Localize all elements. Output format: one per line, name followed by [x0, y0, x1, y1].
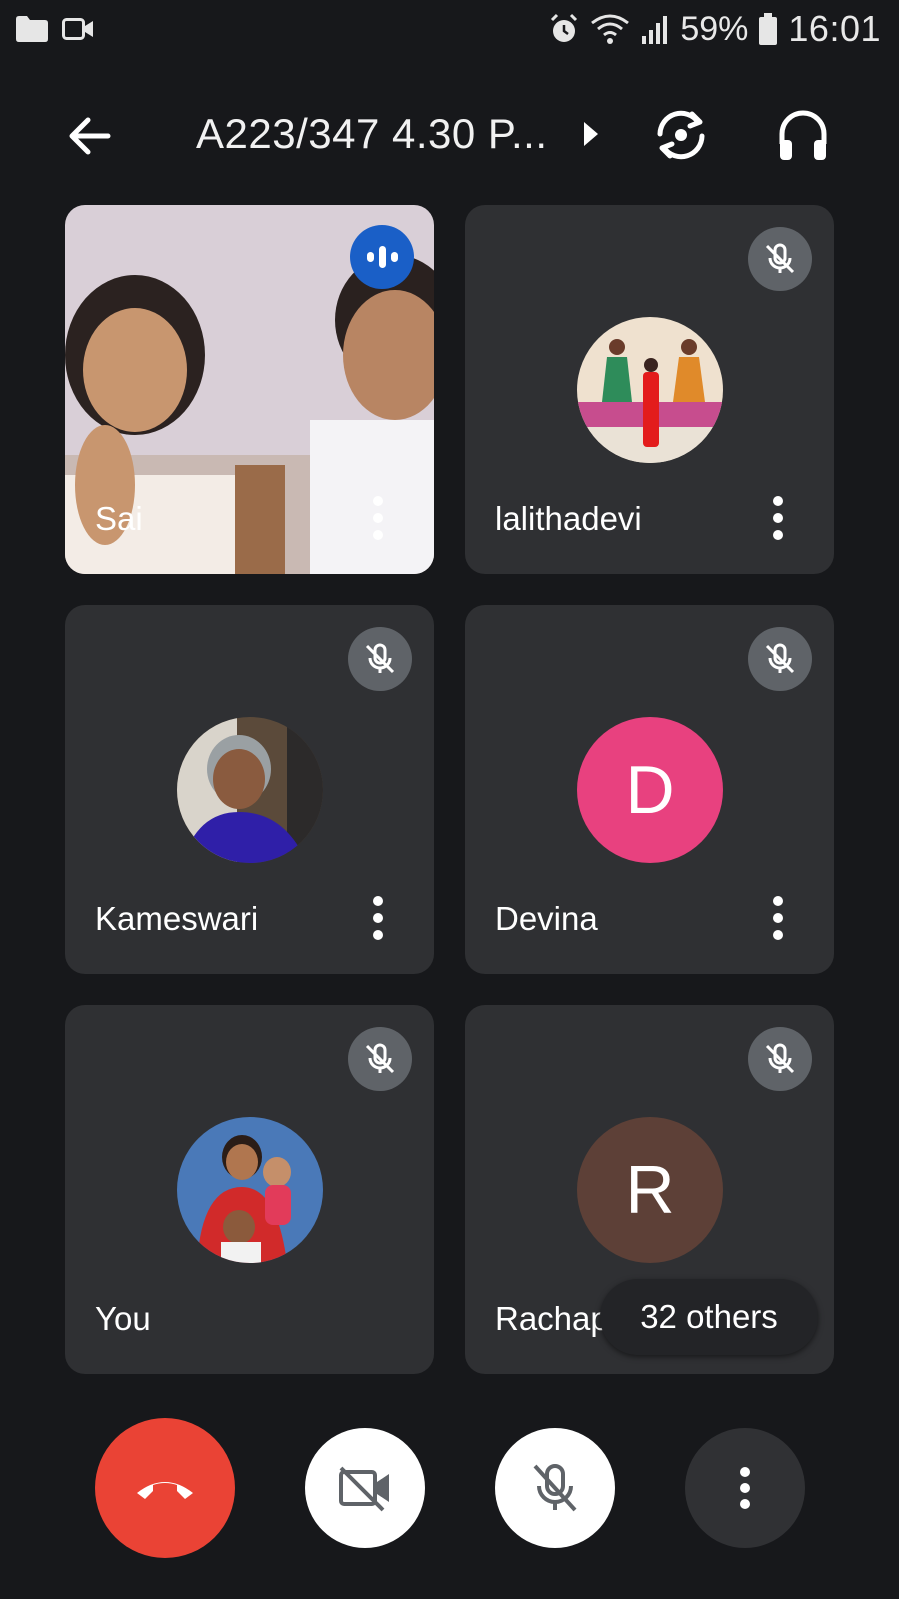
- camera-off-icon: [339, 1466, 389, 1512]
- participant-tile-kameswari[interactable]: Kameswari: [65, 605, 434, 974]
- participant-name: Kameswari: [95, 900, 259, 937]
- meeting-title[interactable]: A223/347 4.30 P...: [196, 110, 548, 158]
- status-bar: 59% 16:01: [0, 0, 899, 64]
- video-icon: [62, 18, 93, 40]
- mic-off-icon: [348, 1027, 412, 1091]
- end-call-icon: [137, 1482, 193, 1499]
- participant-name: Sai: [95, 500, 143, 537]
- others-count-chip[interactable]: 32 others: [600, 1279, 818, 1355]
- participant-tile-sai[interactable]: Sai: [65, 205, 434, 574]
- folder-icon: [16, 16, 48, 42]
- speaking-indicator-icon: [350, 225, 414, 289]
- mic-toggle-button[interactable]: [495, 1428, 615, 1548]
- mic-off-icon: [748, 627, 812, 691]
- participant-avatar: [177, 717, 323, 863]
- participant-tile-you[interactable]: You: [65, 1005, 434, 1374]
- alarm-icon: [551, 13, 578, 42]
- more-vert-icon[interactable]: [768, 496, 788, 540]
- back-arrow-icon[interactable]: [62, 108, 118, 164]
- clock: 16:01: [788, 8, 881, 49]
- call-header: A223/347 4.30 P...: [0, 90, 899, 170]
- camera-toggle-button[interactable]: [305, 1428, 425, 1548]
- participant-avatar: [577, 317, 723, 463]
- battery-percent: 59%: [680, 9, 749, 48]
- wifi-icon: [591, 14, 630, 44]
- more-options-icon: [740, 1467, 750, 1509]
- signal-icon: [642, 16, 668, 44]
- mic-off-icon: [748, 1027, 812, 1091]
- participant-name: Devina: [495, 900, 598, 937]
- participant-initial-avatar: R: [577, 1117, 723, 1263]
- mic-off-icon: [348, 627, 412, 691]
- participant-avatar: [177, 1117, 323, 1263]
- participant-tile-devina[interactable]: D Devina: [465, 605, 834, 974]
- participant-name: Rachap: [495, 1300, 609, 1337]
- mic-off-icon: [748, 227, 812, 291]
- more-vert-icon[interactable]: [368, 496, 388, 540]
- participant-tile-lalithadevi[interactable]: lalithadevi: [465, 205, 834, 574]
- participant-name: You: [95, 1300, 151, 1337]
- battery-icon: [759, 13, 778, 45]
- more-vert-icon[interactable]: [768, 896, 788, 940]
- switch-camera-icon[interactable]: [650, 104, 712, 166]
- more-vert-icon[interactable]: [368, 896, 388, 940]
- participant-initial-avatar: D: [577, 717, 723, 863]
- mic-off-icon: [533, 1464, 577, 1512]
- caret-right-icon[interactable]: [582, 120, 600, 148]
- headphones-icon[interactable]: [772, 104, 834, 166]
- more-options-button[interactable]: [685, 1428, 805, 1548]
- end-call-button[interactable]: [95, 1418, 235, 1558]
- participant-name: lalithadevi: [495, 500, 642, 537]
